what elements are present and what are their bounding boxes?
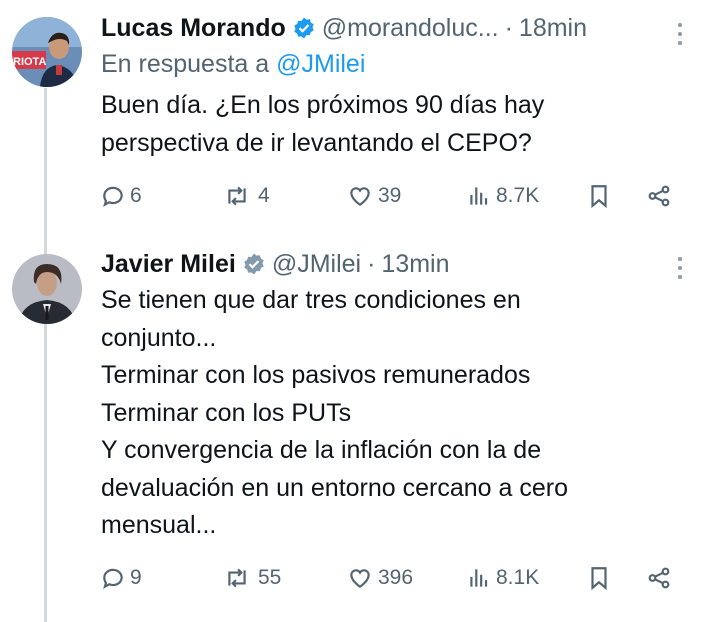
reply-icon [103, 186, 123, 207]
heart-icon [350, 569, 370, 588]
tweet-text: Se tienen que dar tres condiciones en co… [101, 286, 568, 539]
views-button[interactable]: 8.1K [466, 565, 539, 591]
bookmark-icon [591, 567, 607, 591]
more-options-icon[interactable] [677, 257, 683, 284]
timestamp[interactable]: 13min [381, 250, 449, 279]
tweet-text: Buen día. ¿En los próximos 90 días hay p… [101, 91, 545, 157]
retweet-icon [228, 186, 246, 206]
reply-count: 9 [130, 566, 142, 589]
tweet-header: Javier Milei @JMilei · 13min [101, 248, 681, 280]
share-button[interactable] [646, 183, 672, 209]
verified-badge-icon [294, 17, 314, 39]
tweet-actions: 9 55 396 8.1K [100, 565, 680, 599]
tweet-reply[interactable]: RIOTA Lucas Morando @morandoluc... · 18m… [0, 0, 701, 230]
views-button[interactable]: 8.7K [466, 183, 539, 209]
author-handle[interactable]: @morandoluc... [322, 14, 499, 43]
retweet-button[interactable]: 55 [220, 565, 281, 591]
author-name[interactable]: Javier Milei [101, 250, 236, 279]
tweet-actions: 6 4 39 8.7K [100, 183, 680, 217]
like-button[interactable]: 39 [346, 183, 401, 209]
author-handle[interactable]: @JMilei [272, 250, 361, 279]
reply-button[interactable]: 6 [100, 183, 142, 209]
retweet-icon [228, 568, 246, 588]
retweet-count: 4 [258, 184, 270, 207]
heart-icon [350, 187, 370, 206]
reply-prefix: En respuesta a [101, 50, 270, 78]
reply-icon [103, 568, 123, 589]
views-count: 8.1K [496, 566, 540, 589]
like-count: 39 [378, 184, 402, 207]
reply-mention-link[interactable]: @JMilei [276, 50, 365, 78]
retweet-button[interactable]: 4 [220, 183, 270, 209]
views-bar-icon [470, 569, 488, 587]
share-icon [648, 185, 670, 207]
avatar[interactable]: RIOTA [12, 17, 82, 87]
share-button[interactable] [646, 565, 672, 591]
avatar[interactable] [12, 254, 82, 324]
more-options-icon[interactable] [677, 23, 683, 50]
timestamp[interactable]: 18min [519, 14, 587, 43]
separator-dot: · [504, 13, 513, 42]
like-button[interactable]: 396 [346, 565, 413, 591]
bookmark-icon [591, 185, 607, 209]
tweet-header: Lucas Morando @morandoluc... · 18min [101, 12, 681, 44]
share-icon [648, 567, 670, 589]
verified-badge-icon [244, 253, 264, 275]
views-count: 8.7K [496, 184, 540, 207]
reply-count: 6 [130, 184, 142, 207]
like-count: 396 [378, 566, 414, 589]
author-name[interactable]: Lucas Morando [101, 14, 286, 43]
reply-context: En respuesta a @JMilei [101, 50, 681, 79]
reply-button[interactable]: 9 [100, 565, 142, 591]
tweet-main[interactable]: Javier Milei @JMilei · 13min Se tienen q… [0, 240, 701, 622]
separator-dot: · [367, 249, 376, 278]
avatar-logo-text: RIOTA [13, 56, 46, 68]
retweet-count: 55 [258, 566, 282, 589]
bookmark-button[interactable] [586, 565, 612, 591]
bookmark-button[interactable] [586, 183, 612, 209]
views-bar-icon [470, 187, 488, 205]
